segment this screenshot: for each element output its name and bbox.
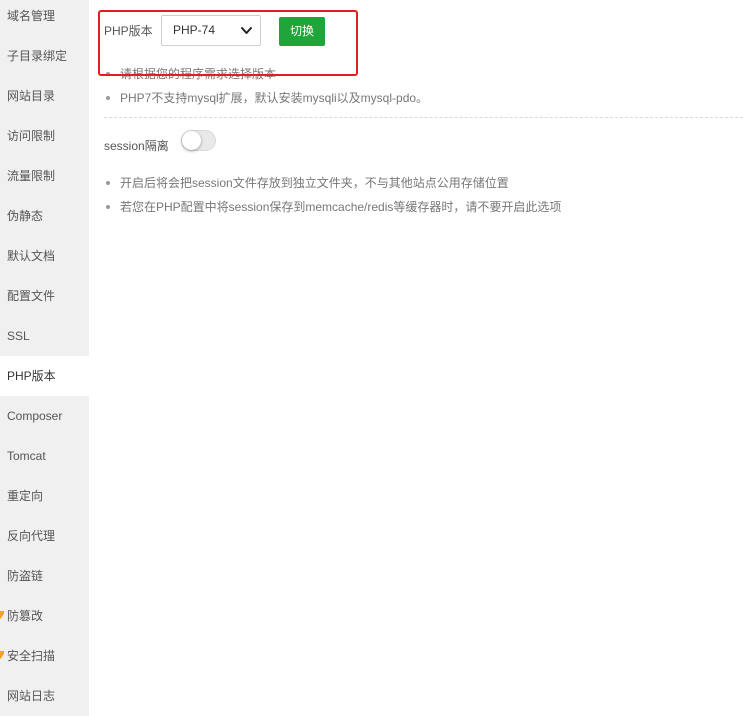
sidebar-item-label: 网站日志 xyxy=(7,689,56,703)
list-item: PHP7不支持mysql扩展，默认安装mysqli以及mysql-pdo。 xyxy=(104,86,428,110)
sidebar-item-label: 网站目录 xyxy=(7,89,56,103)
note-text: 若您在PHP配置中将session保存到memcache/redis等缓存器时，… xyxy=(120,200,562,214)
sidebar-item-label: 伪静态 xyxy=(7,209,44,223)
sidebar-item-label: 默认文档 xyxy=(7,249,56,263)
sidebar-item-site-logs[interactable]: 网站日志 xyxy=(0,676,89,716)
sidebar-item-composer[interactable]: Composer xyxy=(0,396,89,436)
sidebar-item-ssl[interactable]: SSL xyxy=(0,316,89,356)
php-version-select[interactable]: PHP-74 xyxy=(161,15,261,46)
list-item: 若您在PHP配置中将session保存到memcache/redis等缓存器时，… xyxy=(104,195,561,219)
sidebar-item-hotlink-protection[interactable]: 防盗链 xyxy=(0,556,89,596)
php-version-notes: 请根据您的程序需求选择版本 PHP7不支持mysql扩展，默认安装mysqli以… xyxy=(104,62,428,110)
php-version-selected-value: PHP-74 xyxy=(173,23,216,37)
sidebar-item-label: SSL xyxy=(7,329,30,343)
sidebar-item-default-doc[interactable]: 默认文档 xyxy=(0,236,89,276)
sidebar-item-label: 反向代理 xyxy=(7,529,56,543)
sidebar-item-label: PHP版本 xyxy=(7,369,56,383)
sidebar-item-label: 防盗链 xyxy=(7,569,44,583)
sidebar-item-label: 访问限制 xyxy=(7,129,56,143)
toggle-knob xyxy=(182,131,201,150)
sidebar-item-domain[interactable]: 域名管理 xyxy=(0,0,89,36)
sidebar-item-redirect[interactable]: 重定向 xyxy=(0,476,89,516)
pro-badge-icon xyxy=(0,651,4,659)
sidebar-item-subdir-binding[interactable]: 子目录绑定 xyxy=(0,36,89,76)
sidebar-item-php-version[interactable]: PHP版本 xyxy=(0,356,89,396)
php-version-label: PHP版本 xyxy=(104,24,153,38)
chevron-down-icon xyxy=(241,27,252,34)
sidebar-item-tomcat[interactable]: Tomcat xyxy=(0,436,89,476)
sidebar-item-label: 子目录绑定 xyxy=(7,49,68,63)
sidebar-item-reverse-proxy[interactable]: 反向代理 xyxy=(0,516,89,556)
sidebar-item-label: Composer xyxy=(7,409,63,423)
sidebar-item-tamper-proof[interactable]: 防篡改 xyxy=(0,596,89,636)
pro-badge-icon xyxy=(0,611,4,619)
list-item: 请根据您的程序需求选择版本 xyxy=(104,62,428,86)
sidebar-item-security-scan[interactable]: 安全扫描 xyxy=(0,636,89,676)
list-item: 开启后将会把session文件存放到独立文件夹，不与其他站点公用存储位置 xyxy=(104,171,561,195)
section-divider xyxy=(104,117,743,118)
session-isolation-notes: 开启后将会把session文件存放到独立文件夹，不与其他站点公用存储位置 若您在… xyxy=(104,171,561,219)
sidebar-item-config-file[interactable]: 配置文件 xyxy=(0,276,89,316)
php-version-panel: PHP版本 PHP-74 切换 请根据您的程序需求选择版本 PHP7不支持mys… xyxy=(89,0,743,716)
bullet-icon xyxy=(106,205,110,209)
sidebar-item-traffic-limit[interactable]: 流量限制 xyxy=(0,156,89,196)
session-isolation-label: session隔离 xyxy=(104,139,169,153)
note-text: 请根据您的程序需求选择版本 xyxy=(120,67,277,81)
switch-php-version-button[interactable]: 切换 xyxy=(279,17,325,46)
bullet-icon xyxy=(106,96,110,100)
sidebar-item-label: 域名管理 xyxy=(7,9,56,23)
sidebar-item-rewrite[interactable]: 伪静态 xyxy=(0,196,89,236)
session-isolation-toggle[interactable] xyxy=(181,130,216,151)
sidebar-item-site-directory[interactable]: 网站目录 xyxy=(0,76,89,116)
sidebar-item-access-limit[interactable]: 访问限制 xyxy=(0,116,89,156)
sidebar-item-label: 配置文件 xyxy=(7,289,56,303)
bullet-icon xyxy=(106,181,110,185)
sidebar-item-label: 安全扫描 xyxy=(7,649,56,663)
sidebar-item-label: 防篡改 xyxy=(7,609,44,623)
sidebar-menu: 域名管理 子目录绑定 网站目录 访问限制 流量限制 伪静态 默认文档 配置文件 … xyxy=(0,0,89,716)
sidebar-item-label: 流量限制 xyxy=(7,169,56,183)
note-text: PHP7不支持mysql扩展，默认安装mysqli以及mysql-pdo。 xyxy=(120,91,429,105)
sidebar-item-label: Tomcat xyxy=(7,449,46,463)
bullet-icon xyxy=(106,72,110,76)
settings-sidebar: 域名管理 子目录绑定 网站目录 访问限制 流量限制 伪静态 默认文档 配置文件 … xyxy=(0,0,89,716)
sidebar-item-label: 重定向 xyxy=(7,489,44,503)
note-text: 开启后将会把session文件存放到独立文件夹，不与其他站点公用存储位置 xyxy=(120,176,509,190)
